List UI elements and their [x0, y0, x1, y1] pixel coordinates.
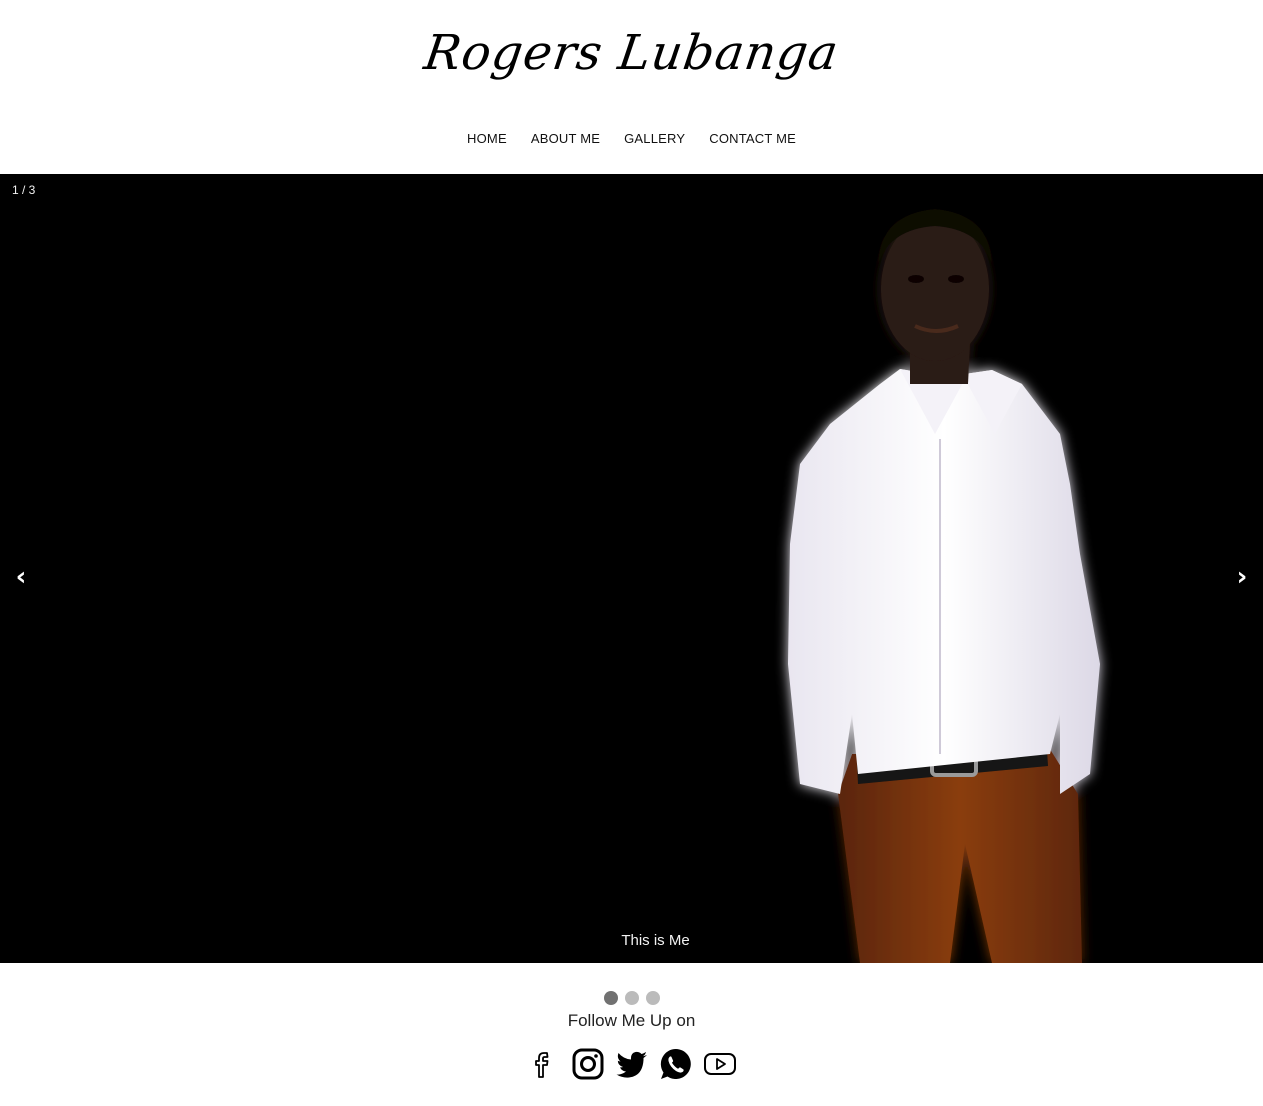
slide-caption: This is Me	[621, 932, 690, 949]
slide-dot-2[interactable]	[624, 991, 639, 1005]
slide-dot-1[interactable]	[603, 991, 618, 1005]
next-slide-button[interactable]: ›	[1227, 559, 1257, 595]
slideshow: 1 / 3 ‹ › This is Me	[0, 174, 1263, 963]
nav-contact-link[interactable]: CONTACT ME	[697, 128, 808, 150]
slide-dots	[0, 991, 1263, 1005]
instagram-icon[interactable]	[570, 1046, 606, 1082]
social-links	[0, 1046, 1263, 1082]
slide-dot-3[interactable]	[645, 991, 660, 1005]
nav-about-link[interactable]: ABOUT ME	[519, 128, 612, 150]
site-logo[interactable]: Rogers Lubanga	[0, 18, 1263, 88]
youtube-icon[interactable]	[702, 1046, 738, 1082]
slide-image-person	[788, 209, 1100, 963]
nav-gallery-link[interactable]: GALLERY	[612, 128, 697, 150]
main-nav: HOME ABOUT ME GALLERY CONTACT ME	[0, 128, 1263, 150]
twitter-icon[interactable]	[614, 1046, 650, 1082]
site-header: Rogers Lubanga HOME ABOUT ME GALLERY CON…	[0, 0, 1263, 174]
facebook-icon[interactable]	[526, 1046, 562, 1082]
whatsapp-icon[interactable]	[658, 1046, 694, 1082]
follow-label: Follow Me Up on	[567, 1011, 696, 1030]
slide-counter: 1 / 3	[12, 183, 36, 197]
nav-home-link[interactable]: HOME	[455, 128, 519, 150]
prev-slide-button[interactable]: ‹	[6, 559, 36, 595]
